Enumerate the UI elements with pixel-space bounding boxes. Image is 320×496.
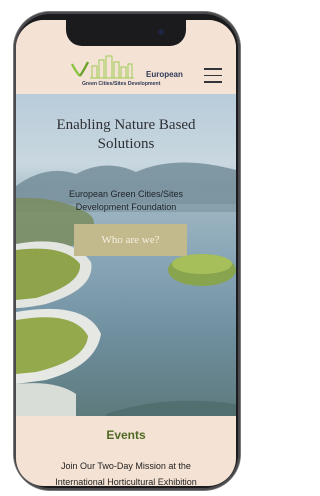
who-are-we-button[interactable]: Who are we? xyxy=(74,224,187,256)
menu-bar xyxy=(204,68,222,70)
events-text-line: Join Our Two-Day Mission at the xyxy=(61,461,191,471)
hero-title-line: Solutions xyxy=(97,136,155,152)
phone-notch xyxy=(66,20,186,46)
logo-name: European xyxy=(146,70,183,79)
hero-section: Enabling Nature Based Solutions European… xyxy=(16,94,236,416)
hero-title-line: Enabling Nature Based xyxy=(56,117,196,133)
menu-bar xyxy=(204,74,222,76)
events-description: Join Our Two-Day Mission at the Internat… xyxy=(16,458,236,486)
phone-screen: European Green Cities/Sites Development … xyxy=(16,20,236,486)
hero-subtitle-line: Development Foundation xyxy=(75,202,177,212)
hero-title: Enabling Nature Based Solutions xyxy=(26,116,226,154)
hamburger-icon[interactable] xyxy=(204,68,222,84)
hero-subtitle: European Green Cities/Sites Development … xyxy=(26,188,226,214)
site-logo[interactable]: European Green Cities/Sites Development xyxy=(70,54,210,90)
front-camera xyxy=(158,29,164,35)
events-heading: Events xyxy=(106,428,146,442)
city-skyline-logo-icon xyxy=(70,55,134,79)
logo-subtitle: Green Cities/Sites Development xyxy=(82,81,161,87)
hero-subtitle-line: European Green Cities/Sites xyxy=(68,189,184,199)
events-text-line: International Horticultural Exhibition xyxy=(55,477,197,486)
menu-bar xyxy=(204,81,222,83)
